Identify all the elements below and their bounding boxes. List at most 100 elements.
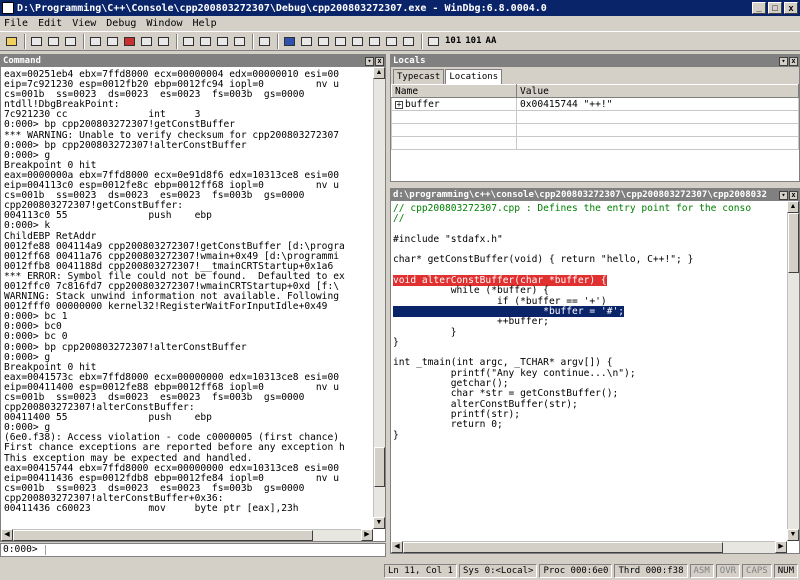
step-over-icon[interactable] bbox=[198, 34, 213, 48]
command-pane-header: Command ▾ x bbox=[1, 55, 385, 67]
scroll-up-icon[interactable]: ▲ bbox=[787, 201, 799, 213]
pane-close-icon[interactable]: x bbox=[789, 190, 798, 200]
run-to-cursor-icon[interactable] bbox=[232, 34, 247, 48]
maximize-button[interactable]: □ bbox=[768, 2, 782, 14]
table-row bbox=[391, 136, 799, 150]
source-code-view[interactable]: // cpp200803272307.cpp : Defines the ent… bbox=[391, 201, 787, 541]
menu-edit[interactable]: Edit bbox=[38, 18, 62, 29]
font-icon[interactable]: AA bbox=[486, 36, 497, 46]
status-caps: CAPS bbox=[742, 564, 772, 578]
source-line: } bbox=[393, 336, 785, 348]
hex-mode-icon[interactable]: 101 bbox=[465, 36, 481, 46]
breakpoint-icon[interactable] bbox=[257, 34, 272, 48]
minimize-button[interactable]: _ bbox=[752, 2, 766, 14]
stop-debugging-icon[interactable] bbox=[122, 34, 137, 48]
scroll-down-icon[interactable]: ▼ bbox=[373, 517, 385, 529]
call-stack-window-icon[interactable] bbox=[367, 34, 382, 48]
title-bar: D:\Programming\C++\Console\cpp2008032723… bbox=[0, 0, 800, 16]
source-mode-icon[interactable] bbox=[426, 34, 441, 48]
table-row bbox=[391, 123, 799, 137]
command-output-line: 0:000> bp cpp200803272307!alterConstBuff… bbox=[4, 139, 247, 151]
scroll-left-icon[interactable]: ◀ bbox=[391, 541, 403, 553]
scratch-pad-icon[interactable] bbox=[401, 34, 416, 48]
source-line-text: } bbox=[393, 336, 399, 348]
source-pane: d:\programming\c++\console\cpp2008032723… bbox=[390, 188, 800, 554]
memory-window-icon[interactable] bbox=[350, 34, 365, 48]
scroll-thumb[interactable] bbox=[403, 542, 723, 553]
command-output-line: 0:000> bp cpp200803272307!alterConstBuff… bbox=[4, 341, 247, 353]
toolbar-separator bbox=[277, 33, 279, 49]
pane-menu-icon[interactable]: ▾ bbox=[365, 56, 374, 66]
locals-window-icon[interactable] bbox=[316, 34, 331, 48]
command-output-line: 004113c0 55 push ebp bbox=[4, 210, 212, 222]
scroll-thumb[interactable] bbox=[788, 213, 799, 273]
tab-typecast[interactable]: Typecast bbox=[393, 69, 445, 84]
scroll-thumb[interactable] bbox=[13, 530, 313, 541]
scroll-left-icon[interactable]: ◀ bbox=[1, 529, 13, 541]
open-file-icon[interactable] bbox=[4, 34, 19, 48]
command-pane-title: Command bbox=[3, 56, 41, 66]
pane-menu-icon[interactable]: ▾ bbox=[779, 190, 788, 200]
status-thread: Thrd 000:f38 bbox=[614, 564, 688, 578]
break-icon[interactable] bbox=[156, 34, 171, 48]
local-value-cell[interactable]: 0x00415744 "++!" bbox=[516, 97, 799, 111]
status-num: NUM bbox=[773, 564, 798, 578]
pane-menu-icon[interactable]: ▾ bbox=[779, 56, 788, 66]
copy-icon[interactable] bbox=[46, 34, 61, 48]
source-line-text: } bbox=[393, 429, 399, 441]
source-mode-101-icon[interactable]: 101 bbox=[445, 36, 461, 46]
step-out-icon[interactable] bbox=[215, 34, 230, 48]
command-vertical-scrollbar[interactable]: ▲ ▼ bbox=[373, 67, 385, 529]
scroll-thumb[interactable] bbox=[374, 447, 385, 487]
status-asm: ASM bbox=[689, 564, 714, 578]
scroll-up-icon[interactable]: ▲ bbox=[373, 67, 385, 79]
menu-view[interactable]: View bbox=[72, 18, 96, 29]
command-horizontal-scrollbar[interactable]: ◀ ▶ bbox=[1, 529, 373, 541]
menu-file[interactable]: File bbox=[4, 18, 28, 29]
source-line-text: char* getConstBuffer(void) { return "hel… bbox=[393, 254, 694, 266]
column-header-name[interactable]: Name bbox=[391, 84, 517, 98]
scroll-down-icon[interactable]: ▼ bbox=[787, 529, 799, 541]
expand-icon[interactable]: + bbox=[395, 100, 403, 109]
registers-window-icon[interactable] bbox=[333, 34, 348, 48]
source-vertical-scrollbar[interactable]: ▲ ▼ bbox=[787, 201, 799, 541]
command-output[interactable]: eax=00251eb4 ebx=7ffd8000 ecx=00000004 e… bbox=[1, 67, 373, 529]
toolbar: 101 101 AA bbox=[0, 31, 800, 51]
cut-icon[interactable] bbox=[29, 34, 44, 48]
source-line-text: return 0; bbox=[393, 419, 503, 431]
step-into-icon[interactable] bbox=[181, 34, 196, 48]
menu-help[interactable]: Help bbox=[193, 18, 217, 29]
command-prompt: 0:000> bbox=[3, 544, 38, 555]
source-line: return 0; bbox=[393, 420, 785, 430]
status-process: Proc 000:6e0 bbox=[539, 564, 613, 578]
disassembly-window-icon[interactable] bbox=[384, 34, 399, 48]
locals-pane-header: Locals ▾ x bbox=[391, 55, 799, 67]
table-row[interactable]: + buffer 0x00415744 "++!" bbox=[391, 97, 799, 111]
detach-icon[interactable] bbox=[139, 34, 154, 48]
locals-header-row: Name Value bbox=[391, 84, 799, 98]
go-icon[interactable] bbox=[88, 34, 103, 48]
paste-icon[interactable] bbox=[63, 34, 78, 48]
watch-window-icon[interactable] bbox=[299, 34, 314, 48]
source-horizontal-scrollbar[interactable]: ◀ ▶ bbox=[391, 541, 787, 553]
tab-locations[interactable]: Locations bbox=[445, 69, 503, 84]
menu-debug[interactable]: Debug bbox=[106, 18, 136, 29]
status-bar: Ln 11, Col 1 Sys 0:<Local> Proc 000:6e0 … bbox=[0, 562, 800, 580]
command-window-icon[interactable] bbox=[282, 34, 297, 48]
pane-close-icon[interactable]: x bbox=[789, 56, 798, 66]
toolbar-separator bbox=[252, 33, 254, 49]
command-input-field[interactable] bbox=[45, 545, 383, 555]
command-pane: Command ▾ x eax=00251eb4 ebx=7ffd8000 ec… bbox=[0, 54, 386, 542]
scroll-right-icon[interactable]: ▶ bbox=[775, 541, 787, 553]
toolbar-separator bbox=[421, 33, 423, 49]
source-line: #include "stdafx.h" bbox=[393, 234, 785, 245]
pane-close-icon[interactable]: x bbox=[375, 56, 384, 66]
scroll-right-icon[interactable]: ▶ bbox=[361, 529, 373, 541]
menu-bar: File Edit View Debug Window Help bbox=[0, 16, 800, 30]
menu-window[interactable]: Window bbox=[146, 18, 182, 29]
command-output-line: 00411436 c60023 mov byte ptr [eax],23h bbox=[4, 503, 299, 515]
restart-icon[interactable] bbox=[105, 34, 120, 48]
source-line-text: // cpp200803272307.cpp : Defines the ent… bbox=[393, 203, 752, 214]
column-header-value[interactable]: Value bbox=[516, 84, 799, 98]
close-button[interactable]: x bbox=[784, 2, 798, 14]
